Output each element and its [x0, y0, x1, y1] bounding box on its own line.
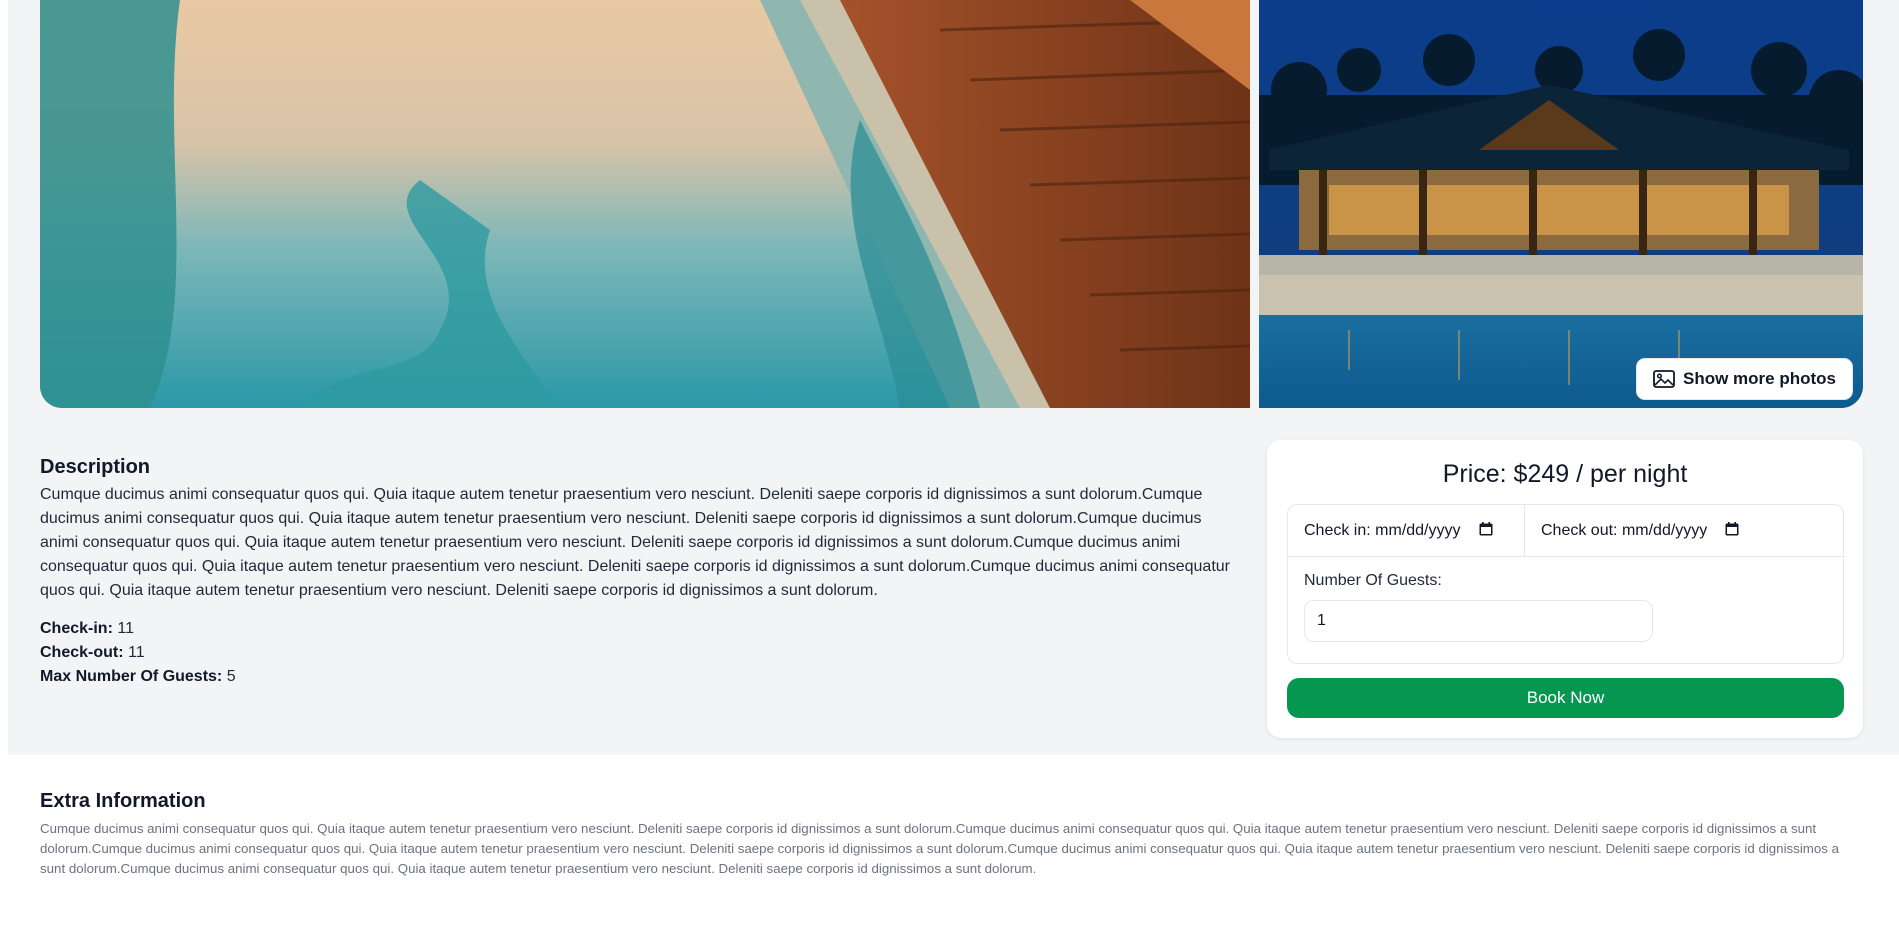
max-guests-fact: Max Number Of Guests: 5	[40, 665, 1230, 689]
checkout-date-field[interactable]: Check out: mm/dd/yyyy	[1525, 505, 1845, 557]
book-now-button[interactable]: Book Now	[1287, 678, 1844, 718]
show-more-photos-button[interactable]: Show more photos	[1636, 358, 1853, 400]
max-guests-fact-value: 5	[226, 668, 236, 685]
checkin-date-placeholder: mm/dd/yyyy	[1375, 522, 1461, 539]
extra-information-heading: Extra Information	[40, 790, 206, 812]
show-more-photos-label: Show more photos	[1683, 369, 1836, 388]
booking-card: Price: $249 / per night Check in: mm/dd/…	[1267, 440, 1863, 738]
price-per-night: Price: $249 / per night	[1442, 460, 1688, 488]
calendar-icon[interactable]	[1479, 521, 1493, 541]
pool-photo[interactable]	[40, 0, 1250, 408]
checkout-fact-label: Check-out:	[40, 644, 124, 661]
calendar-icon[interactable]	[1725, 521, 1739, 541]
description-heading: Description	[40, 456, 151, 478]
description-section: Description Cumque ducimus animi consequ…	[40, 456, 1230, 689]
date-row: Check in: mm/dd/yyyy Check out: mm/dd/yy…	[1288, 505, 1843, 557]
image-icon	[1653, 370, 1675, 388]
checkout-date-label: Check out:	[1541, 522, 1618, 539]
extra-information-text: Cumque ducimus animi consequatur quos qu…	[40, 821, 1839, 876]
checkin-fact-value: 11	[117, 620, 134, 637]
checkin-fact-label: Check-in:	[40, 620, 113, 637]
booking-form: Check in: mm/dd/yyyy Check out: mm/dd/yy…	[1287, 504, 1844, 664]
checkout-date-placeholder: mm/dd/yyyy	[1621, 522, 1708, 539]
guests-label: Number Of Guests:	[1304, 572, 1442, 589]
checkout-fact: Check-out: 11	[40, 641, 1230, 665]
max-guests-fact-label: Max Number Of Guests:	[40, 668, 223, 685]
photo-gallery: Show more photos	[40, 0, 1863, 408]
checkin-fact: Check-in: 11	[40, 617, 1230, 641]
restaurant-photo[interactable]: Show more photos	[1259, 0, 1863, 408]
checkin-date-field[interactable]: Check in: mm/dd/yyyy	[1288, 505, 1525, 557]
guests-input[interactable]	[1304, 600, 1653, 642]
checkout-fact-value: 11	[128, 644, 145, 661]
listing-facts: Check-in: 11 Check-out: 11 Max Number Of…	[40, 617, 1230, 689]
extra-information-section: Extra Information Cumque ducimus animi c…	[40, 790, 1863, 879]
description-text: Cumque ducimus animi consequatur quos qu…	[40, 486, 1230, 599]
checkin-date-label: Check in:	[1304, 522, 1371, 539]
